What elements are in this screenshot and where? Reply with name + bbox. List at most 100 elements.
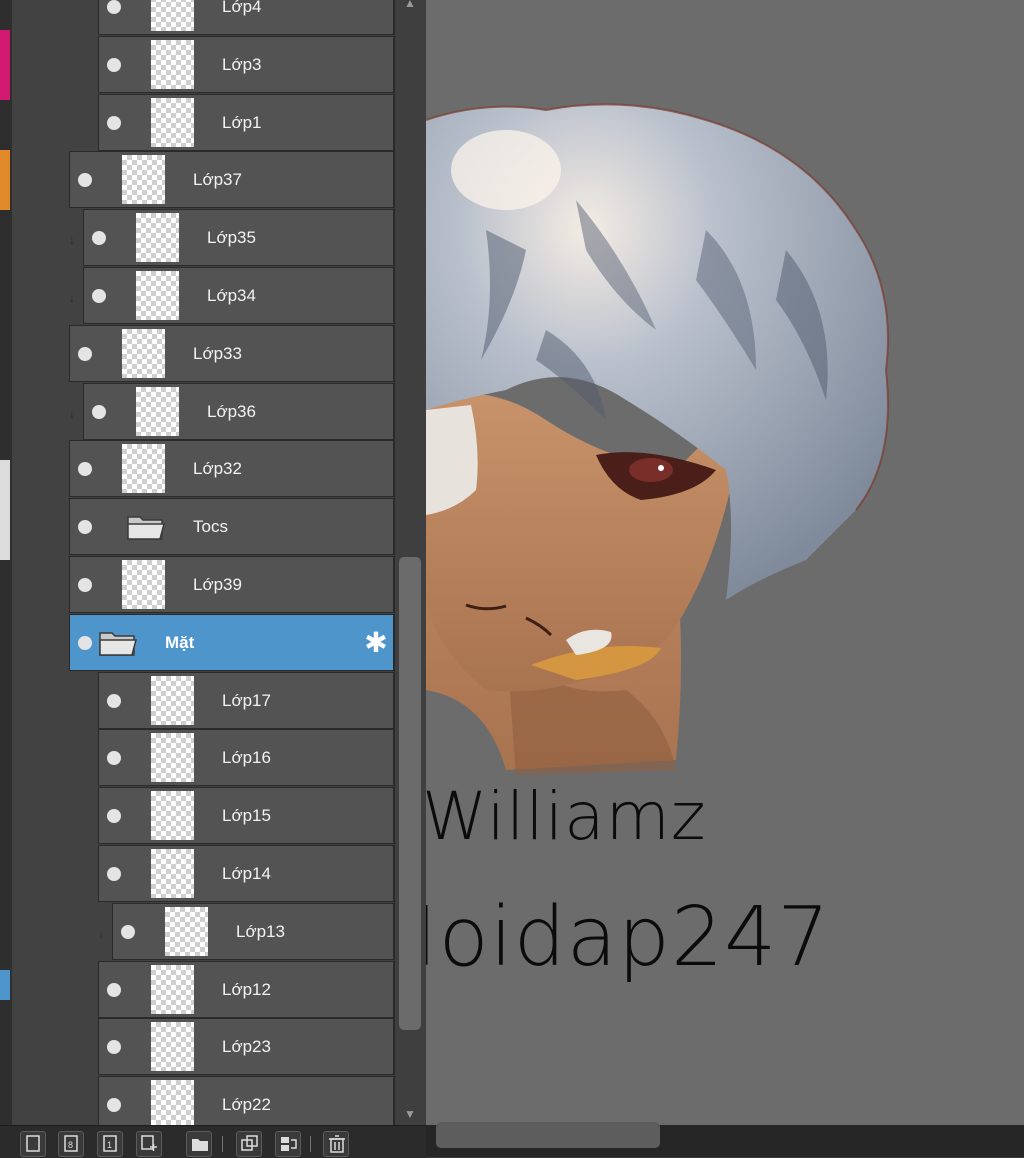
visibility-toggle-icon[interactable] xyxy=(92,289,106,303)
delete-layer-icon xyxy=(329,1135,345,1153)
layer-name: Lớp33 xyxy=(193,343,242,363)
layer-thumbnail xyxy=(122,560,165,609)
layer-row[interactable]: Lớp32 xyxy=(69,440,394,498)
scrollbar-thumb[interactable] xyxy=(399,557,421,1030)
layer-thumbnail xyxy=(122,444,165,494)
artwork-character-illustration xyxy=(426,103,889,775)
layer-row[interactable]: Lớp22 xyxy=(98,1076,394,1125)
visibility-toggle-icon[interactable] xyxy=(78,462,92,477)
layer-row[interactable]: Lớp17 xyxy=(98,671,394,729)
layer-name: Lớp34 xyxy=(207,286,256,305)
layer-name: Lớp35 xyxy=(207,228,256,248)
layer-thumbnail xyxy=(136,386,179,436)
layer-name: Lớp36 xyxy=(207,401,256,421)
duplicate-layer-button[interactable] xyxy=(236,1131,262,1157)
toolbar-separator xyxy=(310,1136,311,1152)
layer-name: Lớp16 xyxy=(222,748,271,768)
layer-panel-scrollbar[interactable]: ▲ ▼ xyxy=(394,0,427,1125)
layer-row[interactable]: Lớp34 xyxy=(83,267,394,324)
scroll-down-arrow-icon[interactable]: ▼ xyxy=(404,1107,416,1121)
layer-thumbnail xyxy=(151,849,194,898)
layer-row[interactable]: Lớp12 xyxy=(98,960,394,1018)
clipping-arrow-icon: ↓ xyxy=(98,926,104,941)
horizontal-scrollbar-thumb[interactable] xyxy=(436,1122,660,1148)
add-layer-dropdown-button[interactable] xyxy=(136,1131,162,1157)
layer-row[interactable]: Lớp35 xyxy=(83,209,394,267)
svg-text:1: 1 xyxy=(107,1140,112,1150)
layer-name: Mặt xyxy=(165,632,195,652)
canvas-horizontal-scrollbar[interactable] xyxy=(426,1122,1024,1157)
new-layer-1bit-icon: 1 xyxy=(103,1135,117,1152)
visibility-toggle-icon[interactable] xyxy=(78,578,92,592)
layer-row[interactable]: Lớp33 xyxy=(69,324,394,382)
layer-settings-gear-icon[interactable]: ✱ xyxy=(361,627,391,658)
layer-row[interactable]: Mặt ✱ xyxy=(69,613,394,671)
merge-down-button[interactable] xyxy=(275,1131,301,1157)
layer-thumbnail xyxy=(122,328,165,378)
toolbar-separator xyxy=(222,1136,223,1152)
layer-row[interactable]: Lớp15 xyxy=(98,787,394,845)
visibility-toggle-icon[interactable] xyxy=(107,809,121,824)
layer-thumbnail xyxy=(151,964,194,1014)
new-layer-1bit-button[interactable]: 1 xyxy=(97,1131,123,1157)
layer-thumbnail xyxy=(136,213,179,263)
visibility-toggle-icon[interactable] xyxy=(107,693,121,708)
layer-row[interactable]: Lớp13 xyxy=(112,902,394,960)
visibility-toggle-icon[interactable] xyxy=(92,231,106,246)
layer-row[interactable]: Tocs xyxy=(69,498,394,556)
visibility-toggle-icon[interactable] xyxy=(78,520,92,535)
layer-thumbnail xyxy=(151,0,194,31)
visibility-toggle-icon[interactable] xyxy=(107,751,121,766)
drawing-canvas[interactable]: Williamz Hoidap247 xyxy=(426,0,1024,1125)
visibility-toggle-icon[interactable] xyxy=(107,57,121,72)
layer-thumbnail xyxy=(151,1080,194,1125)
layer-panel[interactable]: Lớp4 Lớp3 Lớp1 Lớp37 Lớp35 ↓ Lớp34 ↓ Lớp33 Lớp36 ↓… xyxy=(12,0,394,1125)
layer-name: Lớp3 xyxy=(222,54,262,74)
new-folder-button[interactable] xyxy=(186,1131,212,1157)
visibility-toggle-icon[interactable] xyxy=(107,115,121,130)
visibility-toggle-icon[interactable] xyxy=(107,1040,121,1055)
strip-swatch[interactable] xyxy=(0,460,10,560)
visibility-toggle-icon[interactable] xyxy=(78,173,92,188)
new-layer-8bit-icon: 8 xyxy=(64,1135,78,1152)
visibility-toggle-icon[interactable] xyxy=(107,0,121,14)
strip-accent-magenta xyxy=(0,30,10,100)
layer-thumbnail xyxy=(165,906,208,956)
visibility-toggle-icon[interactable] xyxy=(121,924,135,939)
strip-accent-blue[interactable] xyxy=(0,970,10,1000)
visibility-toggle-icon[interactable] xyxy=(107,1098,121,1113)
visibility-toggle-icon[interactable] xyxy=(92,404,106,419)
new-layer-button[interactable] xyxy=(20,1131,46,1157)
layer-row[interactable]: Lớp23 xyxy=(98,1018,394,1076)
clipping-arrow-icon: ↓ xyxy=(69,233,75,248)
watermark-text-line2: Hoidap247 xyxy=(426,890,831,985)
clipping-arrow-icon: ↓ xyxy=(69,291,75,305)
layer-row[interactable]: Lớp3 xyxy=(98,35,394,93)
layer-thumbnail xyxy=(151,97,194,147)
layer-row[interactable]: Lớp4 xyxy=(98,0,394,35)
layer-name: Lớp12 xyxy=(222,979,271,999)
layer-name: Lớp39 xyxy=(193,575,242,594)
layer-name: Lớp4 xyxy=(222,0,262,16)
layer-row[interactable]: Lớp37 xyxy=(69,151,394,209)
layer-name: Lớp22 xyxy=(222,1095,271,1115)
visibility-toggle-icon[interactable] xyxy=(78,635,92,650)
delete-layer-button[interactable] xyxy=(323,1131,349,1157)
layer-row[interactable]: Lớp14 xyxy=(98,845,394,902)
new-layer-8bit-button[interactable]: 8 xyxy=(58,1131,84,1157)
svg-text:8: 8 xyxy=(68,1140,73,1150)
layer-row[interactable]: Lớp1 xyxy=(98,93,394,151)
duplicate-layer-icon xyxy=(241,1135,258,1151)
layer-row[interactable]: Lớp16 xyxy=(98,729,394,787)
layer-thumbnail xyxy=(151,39,194,89)
strip-accent-orange xyxy=(0,150,10,210)
visibility-toggle-icon[interactable] xyxy=(78,346,92,361)
layer-row[interactable]: Lớp39 xyxy=(69,556,394,613)
layer-row[interactable]: Lớp36 xyxy=(83,382,394,440)
side-tool-strip xyxy=(0,0,12,1125)
new-layer-icon xyxy=(26,1135,40,1152)
folder-icon xyxy=(127,516,165,540)
visibility-toggle-icon[interactable] xyxy=(107,867,121,881)
visibility-toggle-icon[interactable] xyxy=(107,982,121,997)
scroll-up-arrow-icon[interactable]: ▲ xyxy=(404,0,416,10)
